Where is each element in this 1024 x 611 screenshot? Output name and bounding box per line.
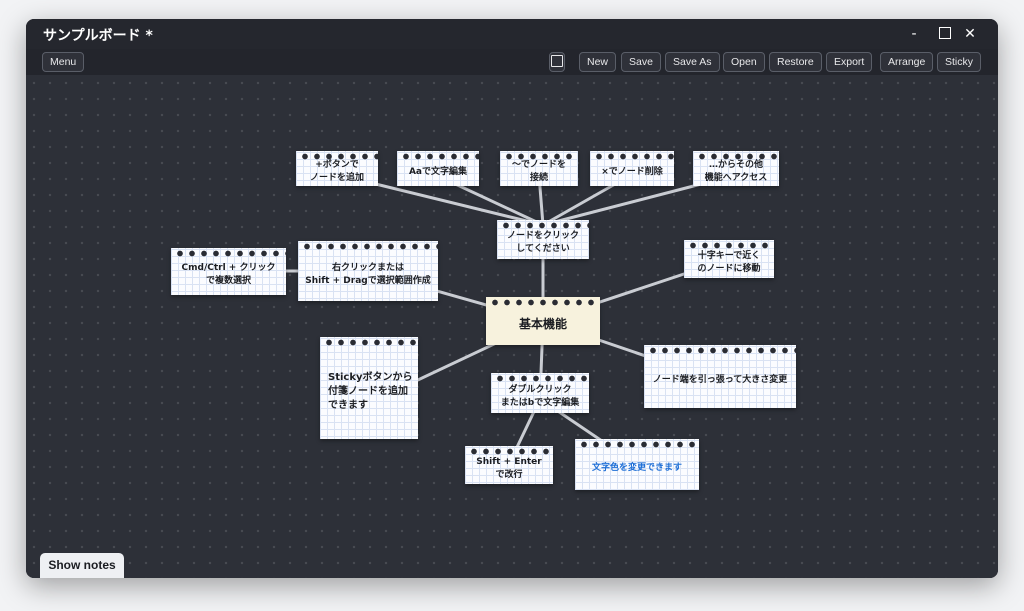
export-button[interactable]: Export bbox=[826, 52, 873, 72]
node-right-click-hint[interactable]: 右クリックまたは Shift + Dragで選択範囲作成 bbox=[298, 241, 438, 301]
node-main[interactable]: 基本機能 bbox=[486, 297, 600, 345]
toolbar: Menu New Save Save As Open Restore Expor… bbox=[26, 49, 998, 75]
node-sticky-hint[interactable]: Stickyボタンから 付箋ノードを追加 できます bbox=[320, 337, 418, 439]
node-more-hint[interactable]: …からその他 機能へアクセス bbox=[693, 151, 779, 186]
maximize-icon bbox=[939, 27, 951, 39]
sticky-button[interactable]: Sticky bbox=[937, 52, 982, 72]
board-canvas[interactable]: 基本機能 ノードをクリック してください +ボタンで ノードを追加 Aaで文字編… bbox=[26, 75, 998, 578]
node-color-hint[interactable]: 文字色を変更できます bbox=[575, 439, 699, 490]
node-connect-hint[interactable]: 〜でノードを 接続 bbox=[500, 151, 578, 186]
save-button[interactable]: Save bbox=[621, 52, 661, 72]
node-multi-select-hint[interactable]: Cmd/Ctrl + クリック で複数選択 bbox=[171, 248, 286, 295]
arrange-button[interactable]: Arrange bbox=[880, 52, 934, 72]
new-button[interactable]: New bbox=[579, 52, 617, 72]
node-arrow-keys-hint[interactable]: 十字キーで近く のノードに移動 bbox=[684, 240, 774, 278]
show-notes-button[interactable]: Show notes bbox=[40, 553, 124, 578]
node-add-hint[interactable]: +ボタンで ノードを追加 bbox=[296, 151, 378, 186]
open-button[interactable]: Open bbox=[723, 52, 765, 72]
node-newline-hint[interactable]: Shift + Enter で改行 bbox=[465, 446, 553, 484]
node-delete-hint[interactable]: ×でノード削除 bbox=[590, 151, 674, 186]
node-double-click-hint[interactable]: ダブルクリック またはbで文字編集 bbox=[491, 373, 589, 413]
node-text-edit-hint[interactable]: Aaで文字編集 bbox=[397, 151, 479, 186]
menu-button[interactable]: Menu bbox=[42, 52, 85, 72]
close-button[interactable]: ✕ bbox=[958, 22, 982, 46]
select-mode-button[interactable] bbox=[549, 52, 565, 72]
square-icon bbox=[551, 54, 563, 67]
maximize-button[interactable] bbox=[933, 22, 957, 46]
save-as-button[interactable]: Save As bbox=[665, 52, 720, 72]
window-title: サンプルボード * bbox=[43, 28, 153, 44]
minimize-button[interactable]: - bbox=[902, 22, 926, 46]
node-resize-hint[interactable]: ノード端を引っ張って大きさ変更 bbox=[644, 345, 796, 408]
title-bar: サンプルボード * - ✕ bbox=[26, 19, 998, 49]
node-click-hint[interactable]: ノードをクリック してください bbox=[497, 220, 589, 259]
app-window: サンプルボード * - ✕ Menu New Save Save As Open… bbox=[26, 19, 998, 578]
restore-button[interactable]: Restore bbox=[769, 52, 822, 72]
